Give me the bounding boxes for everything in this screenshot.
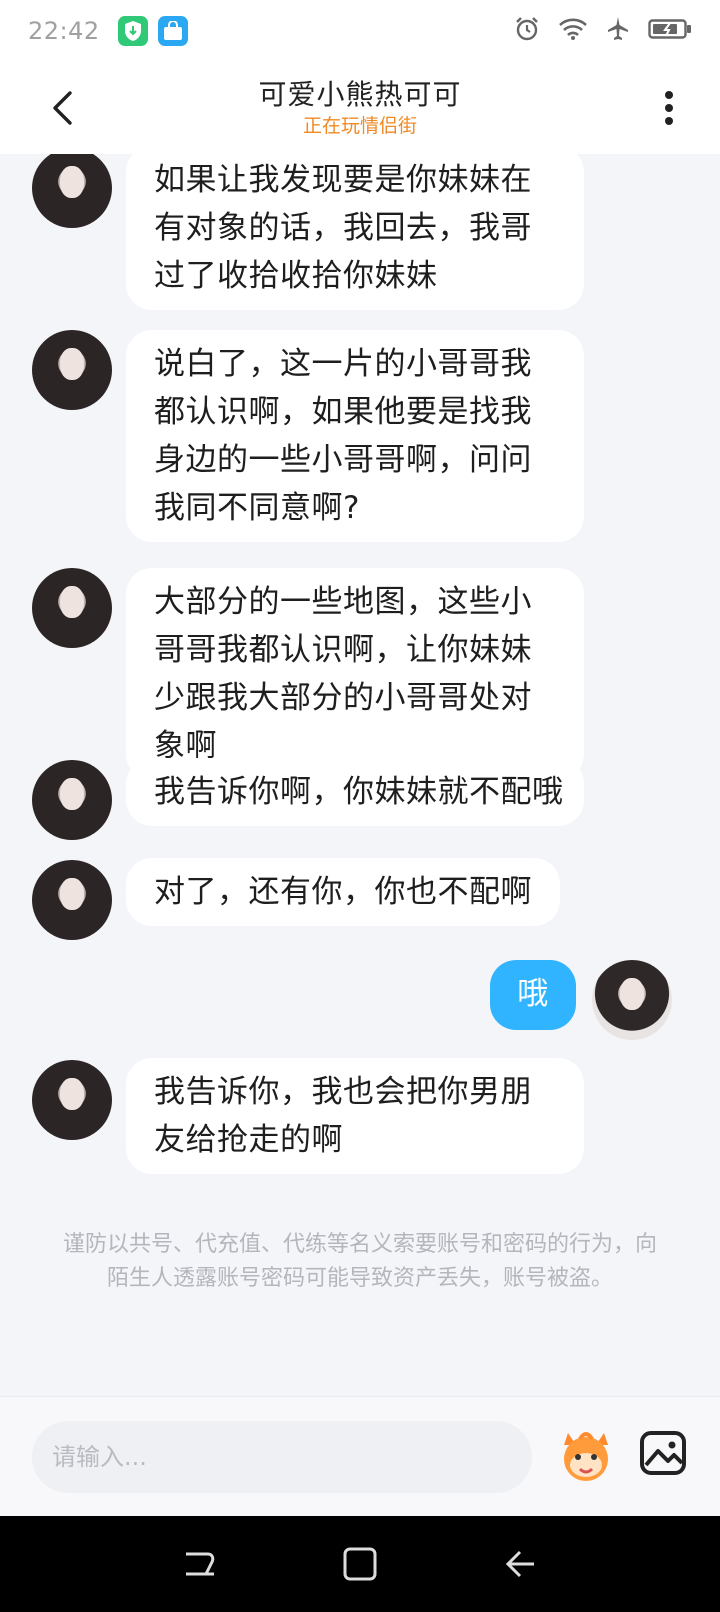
my-message-bubble[interactable]: 哦 (490, 960, 576, 1030)
image-icon (640, 1431, 686, 1475)
more-vertical-icon (665, 91, 673, 125)
status-time: 22:42 (28, 17, 100, 45)
mascot-emoji-icon (564, 1432, 608, 1481)
chat-screen: 22:42 可爱小熊热可可 正在玩情侣街 如果让我发现要是你妹妹在有对象的话，我… (0, 0, 720, 1612)
message-bubble[interactable]: 对了，还有你，你也不配啊 (126, 858, 560, 926)
emoji-button[interactable] (554, 1423, 618, 1487)
input-bar (0, 1396, 720, 1516)
message-bubble[interactable]: 我告诉你，我也会把你男朋友给抢走的啊 (126, 1058, 584, 1174)
recents-icon (186, 1552, 215, 1576)
message-bubble[interactable]: 我告诉你啊，你妹妹就不配哦 (126, 758, 584, 826)
contact-avatar[interactable] (32, 860, 112, 940)
more-options-button[interactable] (654, 82, 684, 134)
security-notice: 谨防以共号、代充值、代练等名义索要账号和密码的行为，向陌生人透露账号密码可能导致… (62, 1232, 657, 1291)
back-nav-icon (505, 1550, 534, 1578)
back-nav-button[interactable] (490, 1534, 550, 1594)
contact-avatar[interactable] (32, 154, 112, 228)
back-button[interactable] (40, 82, 84, 134)
contact-avatar[interactable] (32, 568, 112, 648)
contact-avatar[interactable] (32, 1060, 112, 1140)
my-avatar[interactable] (592, 960, 672, 1040)
status-icons (514, 16, 692, 46)
back-arrow-icon (53, 91, 72, 125)
recents-button[interactable] (170, 1534, 230, 1594)
title-block: 可爱小熊热可可 正在玩情侣街 (258, 77, 461, 139)
battery-icon (648, 17, 692, 45)
message-list[interactable]: 如果让我发现要是你妹妹在有对象的话，我回去，我哥过了收拾收拾你妹妹 说白了，这一… (0, 154, 720, 1394)
security-app-icon (117, 16, 148, 46)
message-bubble[interactable]: 如果让我发现要是你妹妹在有对象的话，我回去，我哥过了收拾收拾你妹妹 (126, 154, 584, 310)
image-button[interactable] (636, 1425, 692, 1481)
status-bar: 22:42 (0, 0, 720, 62)
chat-header: 可爱小熊热可可 正在玩情侣街 (0, 62, 720, 154)
store-app-icon (157, 16, 188, 46)
message-bubble[interactable]: 说白了，这一片的小哥哥我都认识啊，如果他要是找我身边的一些小哥哥啊，问问我同不同… (126, 330, 584, 542)
contact-avatar[interactable] (32, 330, 112, 410)
airplane-mode-icon (606, 16, 630, 46)
wifi-icon (558, 17, 588, 45)
system-nav-bar (0, 1516, 720, 1612)
home-button[interactable] (330, 1534, 390, 1594)
chat-title: 可爱小熊热可可 (258, 78, 462, 111)
chat-subtitle: 正在玩情侣街 (302, 115, 417, 137)
message-bubble[interactable]: 大部分的一些地图，这些小哥哥我都认识啊，让你妹妹少跟我大部分的小哥哥处对象啊 (126, 568, 584, 780)
message-input[interactable] (32, 1421, 532, 1493)
contact-avatar[interactable] (32, 760, 112, 840)
home-square-icon (343, 1547, 377, 1581)
alarm-icon (514, 16, 540, 46)
